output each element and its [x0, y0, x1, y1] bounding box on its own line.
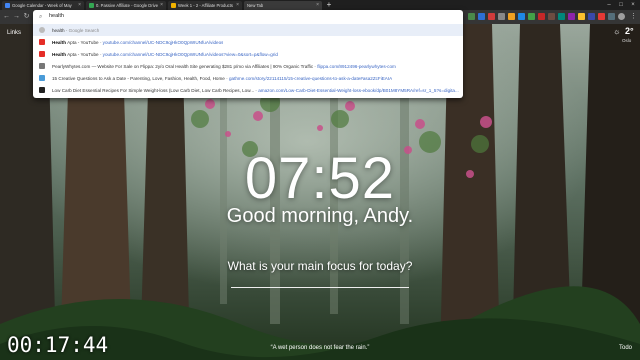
youtube-icon	[39, 39, 45, 45]
weather-city: Oslo	[622, 38, 632, 43]
sun-icon: ☼	[613, 27, 621, 36]
extension-icon[interactable]	[498, 13, 505, 20]
minimize-icon[interactable]: –	[604, 0, 614, 10]
suggestion-row[interactable]: Health Apta - YouTube - youtube.com/chan…	[33, 36, 463, 48]
omnibox-input[interactable]: health	[49, 13, 64, 19]
suggestion-bold: Health	[52, 51, 67, 57]
extension-icon[interactable]	[528, 13, 535, 20]
extension-icon[interactable]	[578, 13, 585, 20]
suggestion-url: flippa.com/8912496-pearlywhytes-com	[317, 63, 396, 69]
drive-icon	[89, 3, 94, 8]
focus-question: What is your main focus for today?	[227, 259, 413, 273]
suggestion-bold: Health	[52, 39, 67, 45]
suggestion-row[interactable]: health - Google Search	[33, 24, 463, 36]
recording-timer: 00:17:44	[7, 333, 109, 357]
extension-icon[interactable]	[598, 13, 605, 20]
tab-title: Google Calendar - Week of May	[12, 3, 72, 8]
close-window-icon[interactable]: ×	[628, 0, 638, 10]
suggestion-text: health	[52, 27, 65, 33]
extension-icon[interactable]	[508, 13, 515, 20]
tab-title: 0. Passive Affiliate - Google Drive	[96, 3, 159, 8]
suggestion-url: youtube.com/channel/UC-NDC9qjHkO0QpWIUNf…	[102, 39, 224, 45]
reload-icon[interactable]: ↻	[22, 10, 31, 24]
google-search-icon	[39, 27, 45, 33]
extension-icon[interactable]	[538, 13, 545, 20]
tab-new-tab[interactable]: New Tab ×	[244, 1, 322, 10]
extension-icon[interactable]	[558, 13, 565, 20]
amazon-icon	[39, 87, 45, 93]
gathme-icon	[39, 75, 45, 81]
tab-google-calendar[interactable]: Google Calendar - Week of May ×	[2, 1, 84, 10]
suggestion-text: Apta - YouTube	[66, 51, 99, 57]
suggestion-text: Low Carb Diet Essential Recipes For Simp…	[52, 87, 255, 93]
extension-icon[interactable]	[608, 13, 615, 20]
extension-icon[interactable]	[468, 13, 475, 20]
search-icon: ⌕	[39, 14, 43, 20]
back-icon[interactable]: ←	[2, 10, 11, 24]
youtube-icon	[39, 51, 45, 57]
suggestion-url: amazon.com/Low-Carb-Diet-Essential-Weigh…	[258, 87, 459, 93]
menu-icon[interactable]: ⋮	[629, 10, 638, 24]
calendar-icon	[5, 3, 10, 8]
maximize-icon[interactable]: □	[616, 0, 626, 10]
suggestion-row[interactable]: Health Apta - YouTube - youtube.com/chan…	[33, 48, 463, 60]
tab-google-drive[interactable]: 0. Passive Affiliate - Google Drive ×	[86, 1, 166, 10]
suggestion-row[interactable]: Low Carb Diet Essential Recipes For Simp…	[33, 84, 463, 96]
suggestion-row[interactable]: PearlyWhytes.com — Website For Sale on F…	[33, 60, 463, 72]
sheets-icon	[171, 3, 176, 8]
extension-icon[interactable]	[588, 13, 595, 20]
clock: 07:52	[244, 146, 396, 211]
new-tab-button[interactable]: +	[325, 0, 333, 10]
tab-affiliate-products[interactable]: Week 1 - 2 - Affiliate Products ×	[168, 1, 242, 10]
close-tab-icon[interactable]: ×	[78, 3, 81, 8]
suggestion-url: Google Search	[68, 27, 100, 33]
focus-input[interactable]	[231, 287, 409, 288]
profile-avatar[interactable]	[618, 13, 625, 20]
close-tab-icon[interactable]: ×	[160, 3, 163, 8]
todo-button[interactable]: Todo	[619, 345, 632, 351]
temperature[interactable]: 2°	[625, 26, 634, 36]
suggestion-text: PearlyWhytes.com — Website For Sale on F…	[52, 63, 314, 69]
greeting: Good morning, Andy.	[226, 205, 414, 227]
tab-title: Week 1 - 2 - Affiliate Products	[178, 3, 234, 8]
close-tab-icon[interactable]: ×	[316, 3, 319, 8]
tab-title: New Tab	[247, 3, 264, 8]
extension-icon[interactable]	[488, 13, 495, 20]
suggestion-url: gathme.com/story/22114115/15-creative-qu…	[228, 75, 393, 81]
suggestion-text: Apta - YouTube	[66, 39, 99, 45]
suggestion-text: 15 Creative Questions to Ask a Date - Pa…	[52, 75, 225, 81]
suggestion-row[interactable]: 15 Creative Questions to Ask a Date - Pa…	[33, 72, 463, 84]
close-tab-icon[interactable]: ×	[236, 3, 239, 8]
extension-icon[interactable]	[568, 13, 575, 20]
extension-icon[interactable]	[518, 13, 525, 20]
extension-icon[interactable]	[478, 13, 485, 20]
suggestion-url: youtube.com/channel/UC-NDC9qjHkO0QpWIUNf…	[102, 51, 278, 57]
flippa-icon	[39, 63, 45, 69]
extension-icon[interactable]	[548, 13, 555, 20]
forward-icon[interactable]: →	[12, 10, 21, 24]
links-button[interactable]: Links	[7, 30, 21, 36]
omnibox-dropdown: ⌕ health health - Google Search Health A…	[33, 10, 463, 98]
